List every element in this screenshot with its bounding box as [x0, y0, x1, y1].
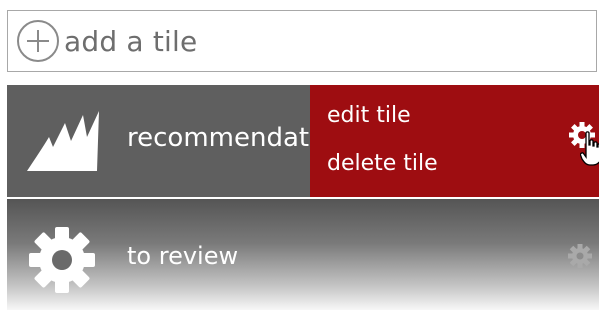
add-tile-button[interactable]: add a tile [7, 10, 597, 72]
analytics-logo-icon [25, 107, 105, 173]
delete-tile-menu-item[interactable]: delete tile [327, 151, 438, 176]
tile-manager: add a tile recommendati edit tile delete… [0, 0, 599, 310]
settings-gear-icon[interactable] [567, 243, 593, 269]
hand-cursor-icon [579, 131, 599, 167]
tile-recommendations[interactable]: recommendati edit tile delete tile [7, 85, 599, 197]
tile-label: to review [127, 242, 239, 270]
add-tile-label: add a tile [64, 24, 198, 58]
tile-to-review[interactable]: to review [7, 199, 599, 310]
gear-icon [27, 225, 97, 295]
plus-circle-icon [15, 18, 61, 64]
tile-label: recommendati [127, 123, 317, 153]
edit-tile-menu-item[interactable]: edit tile [327, 103, 411, 128]
tile-context-menu: edit tile delete tile [310, 85, 599, 197]
